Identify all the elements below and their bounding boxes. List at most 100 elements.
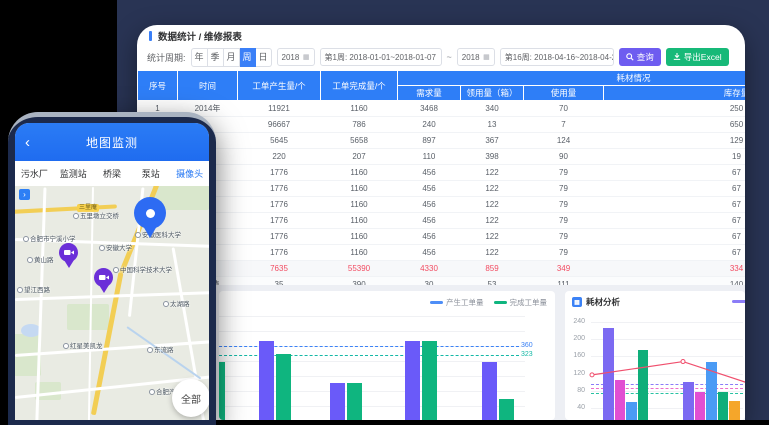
bar (626, 402, 637, 420)
table-row: 356455658897367124129 (138, 133, 746, 149)
gridline (591, 322, 743, 323)
map-green-area (67, 304, 109, 330)
breadcrumb-accent (149, 31, 152, 41)
reference-line-label: 323 (521, 351, 533, 358)
table-row: 5177611604561227967 (138, 165, 746, 181)
reference-line-label: 360 (521, 342, 533, 349)
export-excel-button[interactable]: 导出Excel (666, 48, 729, 66)
bar (706, 362, 717, 420)
map-view[interactable]: 三里庵五里墩立交桥合肥市宁溪小学安徽医科大学安徽大学黄山路中国科学技术大学望江西… (15, 186, 209, 420)
query-button[interactable]: 查询 (619, 48, 661, 66)
table-row: 7177611604561227967 (138, 197, 746, 213)
poi-icon (163, 301, 169, 307)
poi-icon (73, 213, 79, 219)
all-button[interactable]: 全部 (172, 379, 209, 417)
phone-tab-桥梁[interactable]: 桥梁 (93, 167, 132, 180)
map-poi-label: 红星美凯龙 (63, 340, 103, 350)
charts-section: 产生工单量完成工单量360323 ▦耗材分析2402001601208040 (137, 285, 745, 420)
phone-tab-bar: 污水厂监测站桥梁泵站摄像头 (15, 161, 209, 186)
period-option-年[interactable]: 年 (191, 48, 208, 67)
bar (615, 380, 626, 420)
phone-page-title: 地图监测 (86, 134, 138, 151)
y-axis-tick: 40 (567, 404, 585, 411)
period-option-季[interactable]: 季 (208, 48, 224, 67)
poi-icon (23, 236, 29, 242)
bar (695, 392, 706, 420)
poi-icon (27, 257, 33, 263)
map-poi-label: 黄山路 (27, 254, 54, 264)
poi-icon (147, 347, 153, 353)
legend-item: 产生工单量 (430, 297, 484, 308)
bar-产生工单量 (405, 341, 420, 420)
gridline (219, 316, 525, 317)
gridline (219, 331, 525, 332)
bar (729, 401, 740, 420)
legend-marker (732, 300, 745, 303)
expand-icon[interactable]: › (19, 189, 30, 200)
workorder-chart-card: 产生工单量完成工单量 360 323 (219, 291, 555, 420)
back-icon[interactable]: ‹ (25, 135, 30, 150)
map-poi-label: 五里墩立交桥 (73, 210, 119, 220)
legend-item: 完成工单量 (494, 297, 548, 308)
total-row: 合计7635553904330859349334 (138, 261, 746, 277)
year-from-select[interactable]: 2018▦ (277, 48, 315, 66)
y-axis-tick: 160 (567, 352, 585, 359)
search-icon (626, 53, 634, 61)
phone-tab-摄像头[interactable]: 摄像头 (170, 167, 209, 180)
bar-完成工单量 (499, 399, 514, 420)
map-poi-label: 安徽大学 (99, 242, 132, 252)
range-to-input[interactable]: 第16周: 2018-04-16~2018-04-22 (500, 48, 614, 66)
table-header-row: 序号时间工单产生量/个工单完成量/个耗材情况 (138, 71, 746, 86)
camera-pin[interactable] (94, 268, 113, 287)
bar (603, 328, 614, 420)
camera-icon (64, 249, 74, 256)
sub-column-header: 领用量（箱） (461, 86, 524, 101)
table-row: 9177611604561227967 (138, 229, 746, 245)
y-axis-tick: 80 (567, 387, 585, 394)
bar-完成工单量 (276, 354, 291, 420)
legend-marker (430, 301, 443, 304)
range-separator: ~ (447, 52, 452, 62)
period-segmented-control: 年季月周日 (191, 48, 272, 67)
poi-icon (149, 389, 155, 395)
sub-column-header: 使用量 (524, 86, 604, 101)
chart-legend: 产生工单量完成工单量 (430, 297, 547, 308)
calendar-icon: ▦ (303, 53, 310, 61)
period-option-日[interactable]: 日 (256, 48, 272, 67)
camera-pin[interactable] (59, 243, 78, 262)
y-axis-tick: 240 (567, 318, 585, 325)
breadcrumb-text: 数据统计 / 维修报表 (158, 29, 242, 43)
map-poi-label: 东流路 (147, 344, 174, 354)
table-row: 296667786240137650 (138, 117, 746, 133)
phone-header: ‹ 地图监测 (15, 123, 209, 161)
phone-tab-污水厂[interactable]: 污水厂 (15, 167, 54, 180)
map-road (15, 340, 209, 357)
y-axis-tick: 120 (567, 370, 585, 377)
poi-icon (99, 245, 105, 251)
table-row: 42202071103989019 (138, 149, 746, 165)
phone-screen: ‹ 地图监测 污水厂监测站桥梁泵站摄像头 三里庵五里墩立交桥合肥市宁溪小学安徽医… (15, 123, 209, 420)
phone-tab-泵站[interactable]: 泵站 (131, 167, 170, 180)
gridline (591, 356, 743, 357)
period-label: 统计周期: (147, 51, 186, 64)
location-pin[interactable] (134, 197, 166, 229)
sub-column-header: 需求量 (398, 86, 461, 101)
sub-column-header: 库存量 (604, 86, 746, 101)
range-from-input[interactable]: 第1周: 2018-01-01~2018-01-07 (320, 48, 442, 66)
gridline (591, 339, 743, 340)
bar-完成工单量 (219, 362, 225, 420)
map-poi-label: 望江西路 (17, 284, 50, 294)
year-to-select[interactable]: 2018▦ (457, 48, 495, 66)
calendar-icon: ▦ (483, 53, 490, 61)
download-icon (673, 53, 681, 61)
chart-icon: ▦ (572, 297, 582, 307)
phone-tab-监测站[interactable]: 监测站 (54, 167, 93, 180)
pin-center-dot (146, 209, 155, 218)
column-header: 工单完成量/个 (321, 71, 398, 101)
phone-mockup: ‹ 地图监测 污水厂监测站桥梁泵站摄像头 三里庵五里墩立交桥合肥市宁溪小学安徽医… (8, 112, 216, 425)
period-option-月[interactable]: 月 (224, 48, 240, 67)
map-poi-label: 安徽医科大学 (135, 229, 181, 239)
poi-icon (113, 267, 119, 273)
period-option-周[interactable]: 周 (240, 48, 256, 67)
table-row: 10177611604561227967 (138, 245, 746, 261)
